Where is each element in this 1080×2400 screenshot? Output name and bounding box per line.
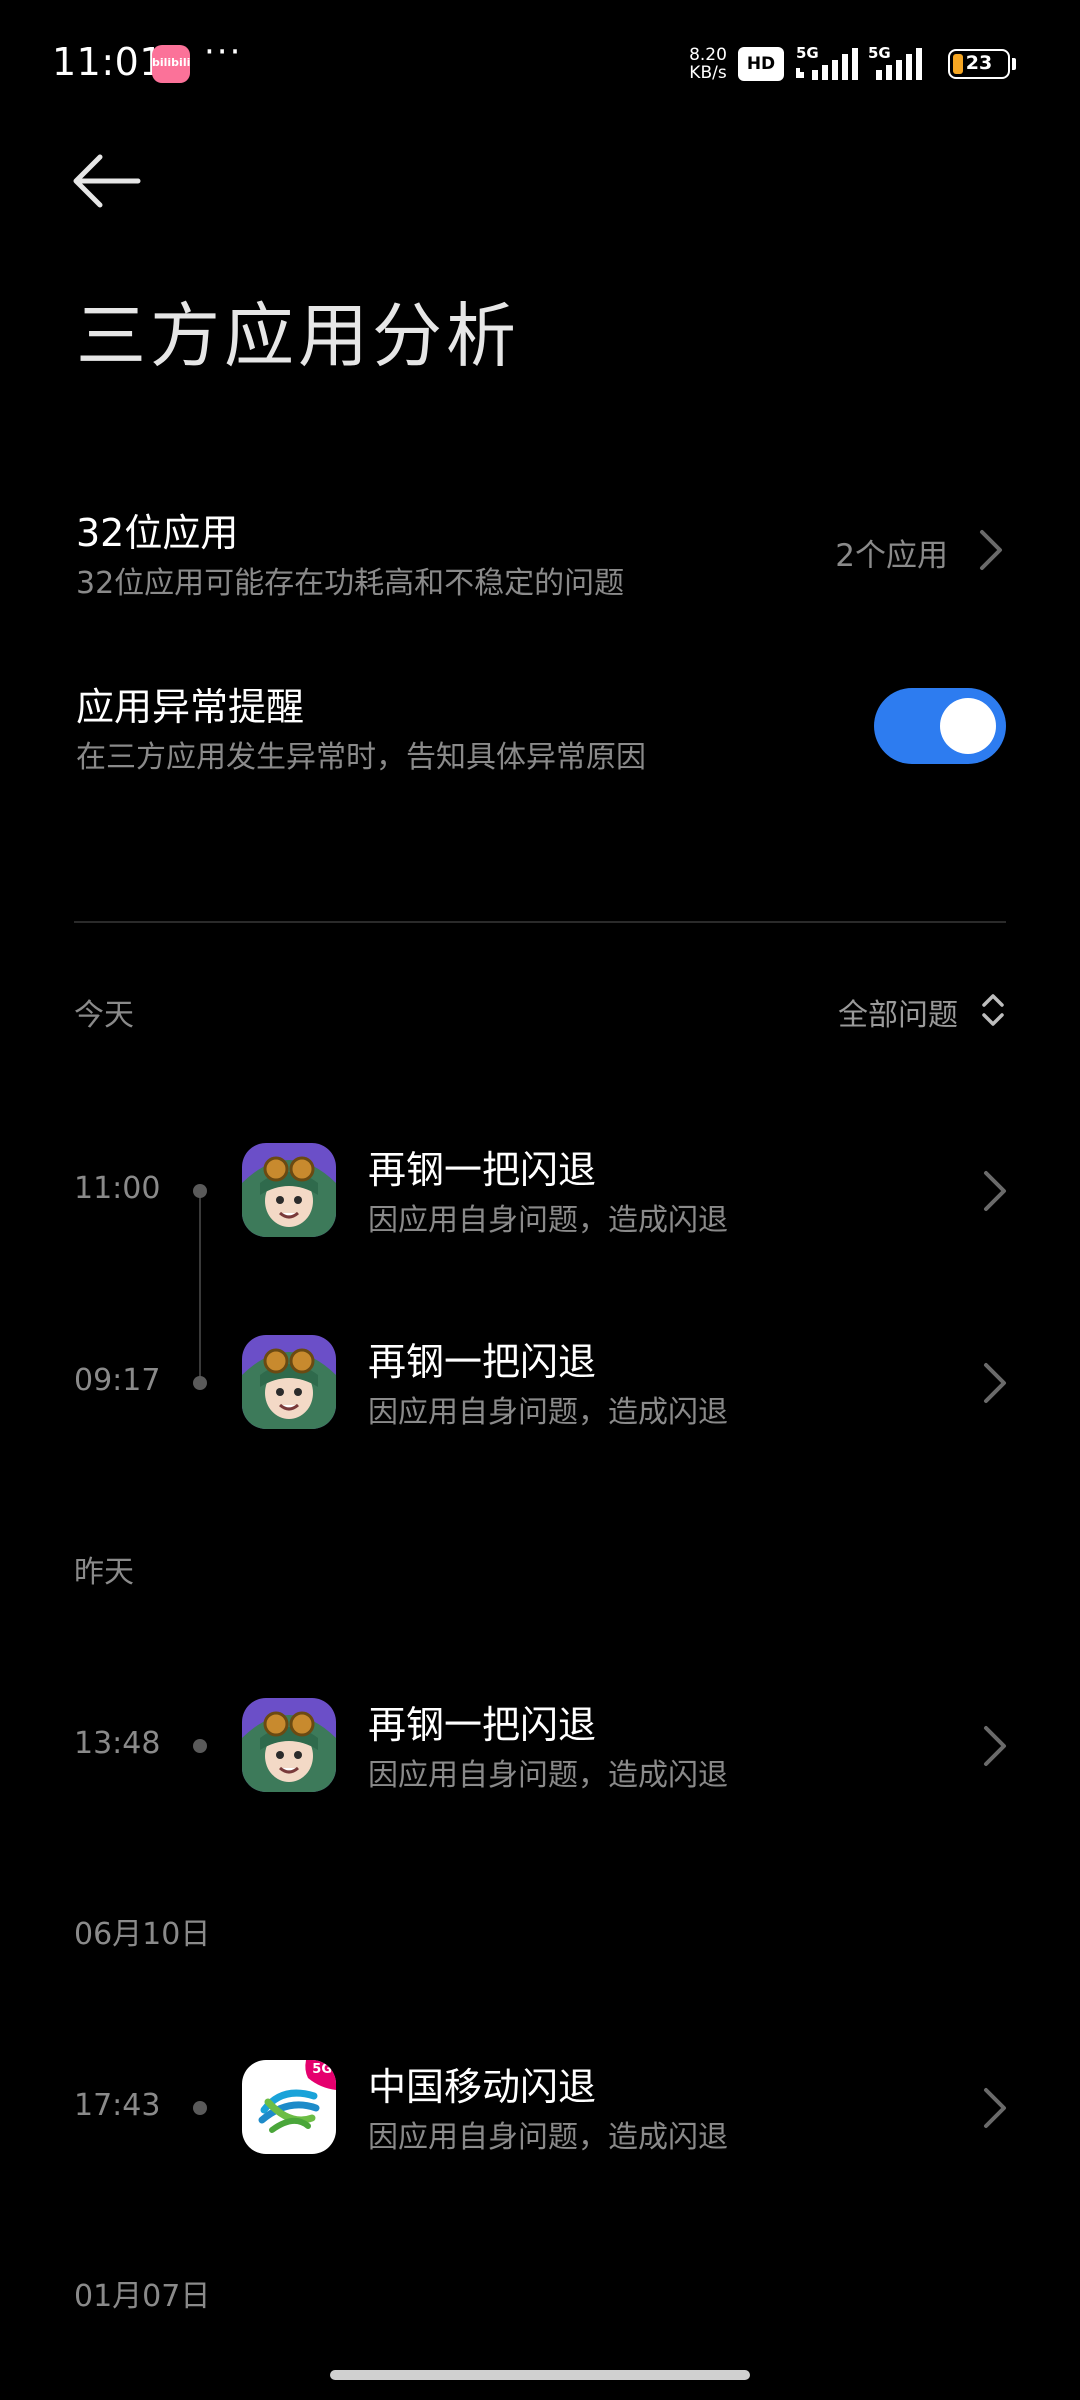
battery-level: 23 — [965, 52, 993, 74]
sim2-signal-icon: 5G — [868, 44, 938, 84]
event-description: 因应用自身问题，造成闪退 — [368, 1203, 728, 1238]
network-speed: 8.20 KB/s — [686, 46, 730, 82]
event-time: 11:00 — [74, 1171, 161, 1206]
back-button[interactable] — [66, 146, 146, 216]
sim1-signal-icon: 5G — [796, 44, 866, 84]
status-time: 11:01 — [52, 40, 165, 84]
game-character-icon — [242, 1698, 336, 1792]
event-title: 再钢一把闪退 — [368, 1340, 597, 1384]
event-row[interactable]: 09:17 再钢一把闪退 因应用自身问题，造成闪退 — [0, 1323, 1080, 1443]
timeline-dot — [193, 1376, 207, 1390]
chevron-right-icon — [984, 1363, 1006, 1403]
section-date-0610: 06月10日 — [74, 1917, 211, 1952]
section-divider — [74, 921, 1006, 923]
timeline-dot — [193, 1184, 207, 1198]
event-title: 中国移动闪退 — [368, 2065, 597, 2109]
game-character-icon — [242, 1143, 336, 1237]
section-date-yesterday: 昨天 — [74, 1555, 134, 1590]
network-speed-unit: KB/s — [689, 63, 727, 83]
event-description: 因应用自身问题，造成闪退 — [368, 1758, 728, 1793]
battery-tip — [1012, 58, 1016, 70]
anomaly-alert-toggle[interactable] — [874, 688, 1006, 764]
event-description: 因应用自身问题，造成闪退 — [368, 1395, 728, 1430]
event-row[interactable]: 13:48 再钢一把闪退 因应用自身问题，造成闪退 — [0, 1686, 1080, 1806]
setting-32bit-description: 32位应用可能存在功耗高和不稳定的问题 — [76, 566, 625, 601]
setting-32bit-value: 2个应用 — [835, 538, 948, 574]
event-title: 再钢一把闪退 — [368, 1703, 597, 1747]
setting-anomaly-alert: 应用异常提醒 在三方应用发生异常时，告知具体异常原因 — [76, 676, 1006, 786]
bilibili-notification-icon: bilibili — [152, 45, 190, 83]
setting-anomaly-description: 在三方应用发生异常时，告知具体异常原因 — [76, 740, 646, 775]
event-row[interactable]: 17:43 5G 中国移动闪退 因应用自身问题，造成闪退 — [0, 2048, 1080, 2168]
game-character-icon — [242, 1335, 336, 1429]
network-speed-value: 8.20 — [689, 45, 727, 65]
sort-updown-icon — [982, 994, 1004, 1026]
arrow-left-icon — [73, 154, 141, 208]
status-bar: 11:01 bilibili ··· 8.20 KB/s HD 5G 5G 23 — [0, 0, 1080, 128]
setting-32bit-title: 32位应用 — [76, 511, 239, 555]
battery-icon: 23 — [948, 49, 1010, 79]
section-date-today: 今天 — [74, 998, 134, 1033]
filter-label: 全部问题 — [838, 998, 958, 1033]
setting-anomaly-title: 应用异常提醒 — [76, 685, 305, 729]
event-title: 再钢一把闪退 — [368, 1148, 597, 1192]
page-title: 三方应用分析 — [76, 295, 520, 377]
timeline-dot — [193, 1739, 207, 1753]
hd-voice-icon: HD — [738, 47, 784, 81]
chevron-right-icon — [984, 1726, 1006, 1766]
event-time: 13:48 — [74, 1726, 161, 1761]
section-date-0107: 01月07日 — [74, 2279, 211, 2314]
event-row[interactable]: 11:00 再钢一把闪退 因应用自身问题，造成闪退 — [0, 1131, 1080, 1251]
chevron-right-icon — [984, 1171, 1006, 1211]
timeline-dot — [193, 2101, 207, 2115]
event-time: 09:17 — [74, 1363, 161, 1398]
event-time: 17:43 — [74, 2088, 161, 2123]
setting-32bit-apps[interactable]: 32位应用 32位应用可能存在功耗高和不稳定的问题 2个应用 — [76, 502, 1006, 612]
toggle-knob — [940, 698, 996, 754]
bilibili-icon-label: bilibili — [152, 56, 191, 69]
event-description: 因应用自身问题，造成闪退 — [368, 2120, 728, 2155]
china-mobile-5g-badge: 5G — [312, 2062, 332, 2077]
chevron-right-icon — [980, 530, 1002, 570]
home-indicator[interactable] — [330, 2370, 750, 2380]
chevron-right-icon — [984, 2088, 1006, 2128]
more-notifications-icon: ··· — [204, 32, 243, 72]
china-mobile-icon: 5G — [242, 2060, 336, 2154]
